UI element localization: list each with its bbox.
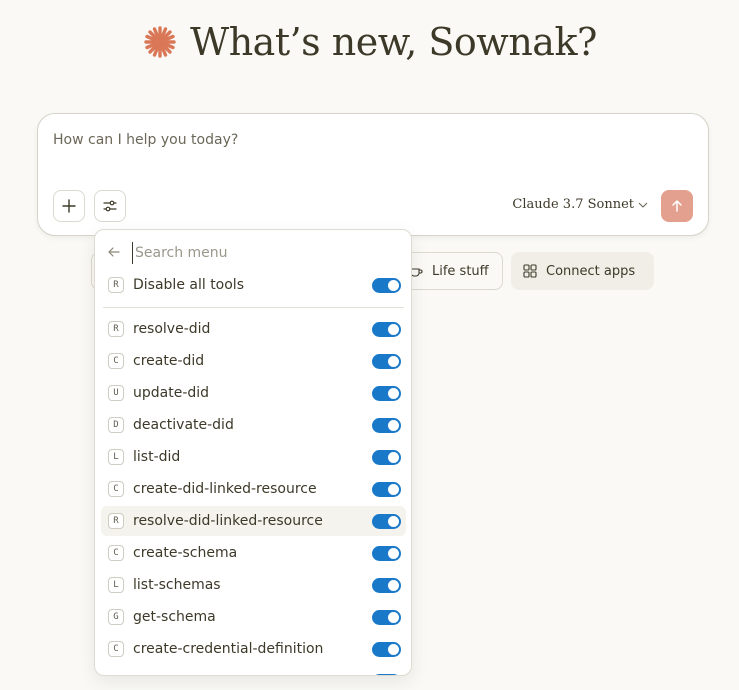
tool-label: list-did — [133, 449, 181, 465]
grid-icon — [523, 264, 537, 278]
tool-toggle[interactable] — [372, 546, 401, 561]
arrow-left-icon[interactable] — [107, 245, 121, 259]
tool-label: resolve-did — [133, 321, 211, 337]
tool-row-create-did[interactable]: C create-did — [101, 346, 406, 376]
tool-toggle[interactable] — [372, 354, 401, 369]
disable-all-toggle[interactable] — [372, 278, 401, 293]
tool-row-partial[interactable] — [101, 666, 406, 675]
tool-row-resolve-did[interactable]: R resolve-did — [101, 314, 406, 344]
tool-label: create-did-linked-resource — [133, 481, 317, 497]
tool-badge: R — [108, 277, 124, 293]
tool-toggle[interactable] — [372, 674, 401, 675]
tool-row-list-did[interactable]: L list-did — [101, 442, 406, 472]
tool-toggle[interactable] — [372, 578, 401, 593]
tool-badge: D — [108, 417, 124, 433]
tool-label: create-schema — [133, 545, 238, 561]
tool-toggle[interactable] — [372, 450, 401, 465]
arrow-up-icon — [672, 199, 682, 212]
tools-button[interactable] — [94, 190, 126, 222]
disable-all-label: Disable all tools — [133, 277, 244, 293]
life-stuff-label: Life stuff — [432, 263, 489, 279]
tool-row-create-schema[interactable]: C create-schema — [101, 538, 406, 568]
tool-label: deactivate-did — [133, 417, 234, 433]
tool-label: update-did — [133, 385, 210, 401]
chevron-down-icon — [638, 202, 648, 208]
message-input[interactable]: How can I help you today? — [53, 132, 238, 148]
tool-label: create-did — [133, 353, 205, 369]
tool-badge: R — [108, 321, 124, 337]
tool-row-create-did-linked-resource[interactable]: C create-did-linked-resource — [101, 474, 406, 504]
page-title: What’s new, Sownak? — [190, 20, 597, 64]
tool-toggle[interactable] — [372, 610, 401, 625]
menu-search-bar — [95, 240, 411, 266]
tool-label: list-schemas — [133, 577, 221, 593]
divider — [103, 307, 404, 308]
tool-badge: U — [108, 385, 124, 401]
tool-label: resolve-did-linked-resource — [133, 513, 323, 529]
tool-toggle[interactable] — [372, 514, 401, 529]
tool-row-resolve-did-linked-resource[interactable]: R resolve-did-linked-resource — [101, 506, 406, 536]
tool-badge: L — [108, 577, 124, 593]
tool-label: get-schema — [133, 609, 216, 625]
plus-icon — [62, 199, 76, 213]
tools-menu: R Disable all tools R resolve-did C crea… — [94, 229, 412, 676]
sliders-icon — [103, 200, 117, 212]
tool-toggle[interactable] — [372, 482, 401, 497]
greeting: What’s new, Sownak? — [0, 20, 739, 64]
disable-all-tools-row[interactable]: R Disable all tools — [101, 270, 406, 300]
tool-badge: G — [108, 609, 124, 625]
tool-badge: C — [108, 481, 124, 497]
send-button[interactable] — [661, 190, 693, 222]
tool-label: create-credential-definition — [133, 641, 324, 657]
tool-row-deactivate-did[interactable]: D deactivate-did — [101, 410, 406, 440]
connect-apps-chip[interactable]: Connect apps — [511, 252, 654, 290]
tool-badge: C — [108, 641, 124, 657]
add-content-button[interactable] — [53, 190, 85, 222]
connect-apps-label: Connect apps — [546, 263, 636, 279]
tool-row-list-schemas[interactable]: L list-schemas — [101, 570, 406, 600]
tool-toggle[interactable] — [372, 418, 401, 433]
sparkle-icon — [144, 26, 176, 58]
tool-row-create-credential-definition[interactable]: C create-credential-definition — [101, 634, 406, 664]
tool-badge: C — [108, 353, 124, 369]
model-selector[interactable]: Claude 3.7 Sonnet — [512, 197, 648, 212]
tool-badge: L — [108, 449, 124, 465]
tool-badge: C — [108, 545, 124, 561]
tool-toggle[interactable] — [372, 642, 401, 657]
tool-row-update-did[interactable]: U update-did — [101, 378, 406, 408]
tool-badge: R — [108, 513, 124, 529]
model-label: Claude 3.7 Sonnet — [512, 197, 634, 212]
tool-toggle[interactable] — [372, 322, 401, 337]
menu-search-input[interactable] — [132, 242, 392, 264]
tool-toggle[interactable] — [372, 386, 401, 401]
tool-row-get-schema[interactable]: G get-schema — [101, 602, 406, 632]
message-composer[interactable]: How can I help you today? Claude 3.7 Son… — [37, 113, 709, 236]
